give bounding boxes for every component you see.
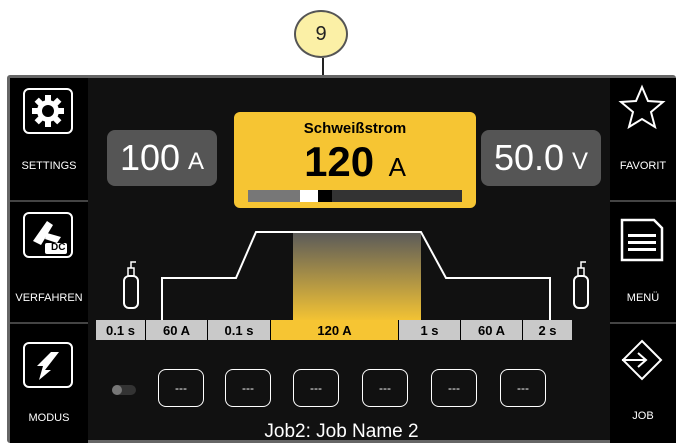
seg-downslope[interactable]: 1 s xyxy=(399,320,461,340)
sequence-parameters: 0.1 s 60 A 0.1 s 120 A 1 s 60 A 2 s xyxy=(96,320,572,340)
job-slot-6[interactable]: --- xyxy=(500,369,546,407)
job-arrow-icon xyxy=(620,338,664,385)
callout-badge: 9 xyxy=(294,10,348,58)
seg-end-current[interactable]: 60 A xyxy=(461,320,523,340)
mode-arrow-icon xyxy=(23,342,73,388)
torch-dc-icon: DC xyxy=(23,212,73,258)
main-value: 120 A xyxy=(234,138,476,186)
main-title: Schweißstrom xyxy=(303,120,407,137)
verfahren-label: VERFAHREN xyxy=(15,292,83,304)
job-toggle[interactable] xyxy=(112,385,136,395)
favorit-label: FAVORIT xyxy=(619,160,667,172)
right-value-number: 50.0 xyxy=(493,137,565,178)
star-icon xyxy=(618,84,666,133)
menu-document-icon xyxy=(618,216,666,267)
welding-current-display[interactable]: Schweißstrom 120 A xyxy=(234,112,476,208)
job-slot-1[interactable]: --- xyxy=(158,369,204,407)
bar-marker-edge xyxy=(318,190,332,202)
gas-bottle-left-icon xyxy=(123,261,139,309)
job-name: Job2: Job Name 2 xyxy=(264,421,419,442)
menu-label: MENÜ xyxy=(626,292,660,304)
active-segment-highlight xyxy=(293,232,421,322)
gear-icon xyxy=(23,88,73,134)
gas-bottle-right-icon xyxy=(573,261,589,309)
settings-button[interactable]: SETTINGS xyxy=(10,78,88,202)
welder-display: SETTINGS DC VERFAHREN MODUS FAVORIT MENÜ… xyxy=(7,75,676,443)
job-slot-3[interactable]: --- xyxy=(293,369,339,407)
left-value-number: 100 xyxy=(119,137,181,178)
seg-start-gas[interactable]: 0.1 s xyxy=(96,320,146,340)
right-value-unit: V xyxy=(572,148,589,175)
current-level-bar xyxy=(248,190,462,202)
sequence-profile xyxy=(123,231,589,322)
job-slot-4[interactable]: --- xyxy=(362,369,408,407)
bar-marker xyxy=(300,190,318,202)
job-slot-2[interactable]: --- xyxy=(225,369,271,407)
dc-badge: DC xyxy=(51,242,66,253)
toggle-knob xyxy=(112,385,122,395)
right-value-display[interactable]: 50.0 V xyxy=(481,130,601,186)
seg-upslope[interactable]: 0.1 s xyxy=(208,320,271,340)
seg-post-gas[interactable]: 2 s xyxy=(523,320,572,340)
seg-welding-current[interactable]: 120 A xyxy=(271,320,399,340)
left-value-unit: A xyxy=(188,148,205,175)
favorit-button[interactable]: FAVORIT xyxy=(610,78,676,202)
job-slot-5[interactable]: --- xyxy=(431,369,477,407)
main-value-number: 120 xyxy=(304,138,375,185)
seg-start-current[interactable]: 60 A xyxy=(146,320,208,340)
left-value-display[interactable]: 100 A xyxy=(107,130,217,186)
callout-number: 9 xyxy=(315,22,327,45)
main-value-unit: A xyxy=(388,152,406,182)
menu-button[interactable]: MENÜ xyxy=(610,202,676,324)
bar-remainder xyxy=(332,190,462,202)
verfahren-button[interactable]: DC VERFAHREN xyxy=(10,202,88,324)
settings-label: SETTINGS xyxy=(21,160,77,172)
